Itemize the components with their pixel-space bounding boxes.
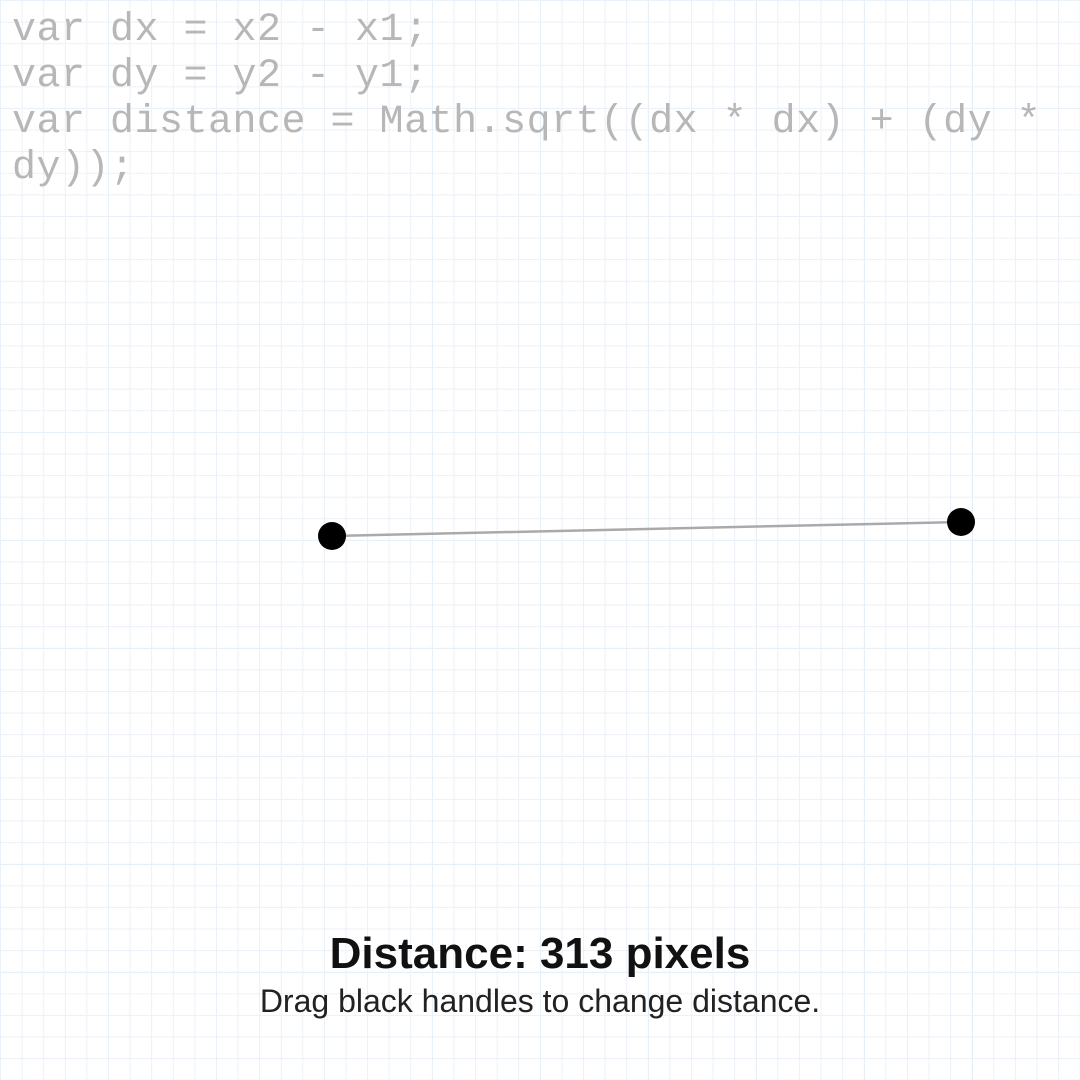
hint-text: Drag black handles to change distance. bbox=[0, 983, 1080, 1020]
footer: Distance: 313 pixels Drag black handles … bbox=[0, 929, 1080, 1020]
distance-readout: Distance: 313 pixels bbox=[0, 929, 1080, 979]
distance-canvas bbox=[0, 0, 1080, 1080]
handle-point-1[interactable] bbox=[318, 522, 346, 550]
handle-point-2[interactable] bbox=[947, 508, 975, 536]
connector-line bbox=[332, 522, 961, 536]
